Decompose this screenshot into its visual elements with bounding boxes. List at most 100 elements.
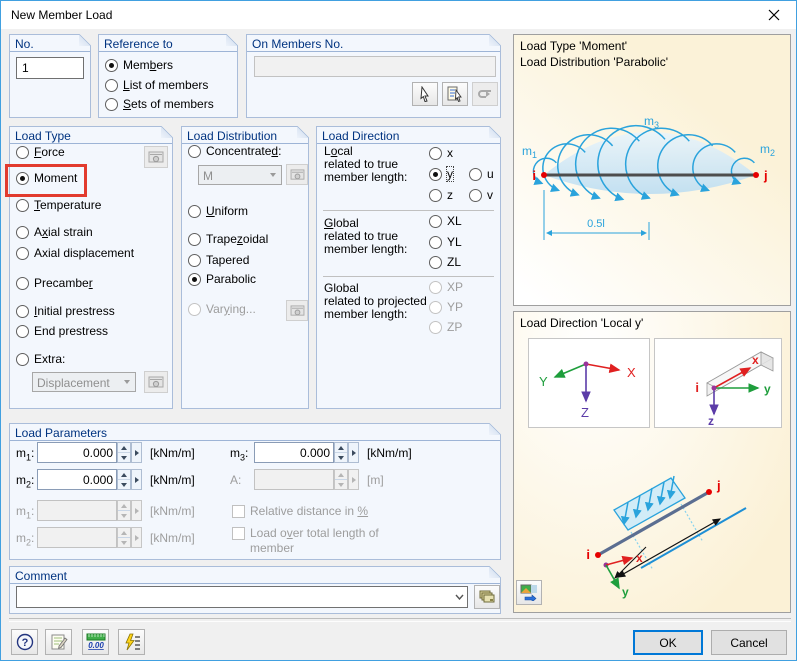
local-axes-diagram: i x y z [695, 351, 774, 428]
radio-circle [16, 276, 29, 290]
new-member-load-dialog: New Member Load No. 1 Reference to Membe… [0, 0, 797, 661]
radio-axial-strain[interactable]: Axial strain [16, 224, 93, 240]
local-direction-label: Local related to true member length: [324, 144, 408, 184]
radio-extra[interactable]: Extra: [16, 351, 65, 367]
radio-direction-XL[interactable]: XL [429, 213, 462, 229]
m1-disabled-pick-button[interactable] [131, 500, 142, 521]
lightning-list-icon [124, 633, 140, 651]
m2-pick-button[interactable] [131, 469, 142, 490]
radio-temperature[interactable]: Temperature [16, 197, 101, 213]
svg-text:0.00: 0.00 [88, 641, 104, 650]
m3-input[interactable]: 0.000 [254, 442, 334, 463]
m2-disabled-unit: [kNm/m] [150, 531, 195, 545]
close-button[interactable] [758, 4, 790, 26]
m1-input[interactable]: 0.000 [37, 442, 117, 463]
radio-parabolic[interactable]: Parabolic [188, 271, 256, 287]
m2-disabled-spinner[interactable] [117, 527, 131, 548]
extra-type-dropdown[interactable]: Displacement [32, 372, 136, 392]
concentrated-type-dropdown[interactable]: M [198, 165, 282, 185]
radio-sets-label: Sets of members [123, 97, 214, 111]
radio-trapezoidal[interactable]: Trapezoidal [188, 231, 268, 247]
load-number-input[interactable]: 1 [16, 57, 84, 79]
radio-direction-YP[interactable]: YP [429, 299, 463, 315]
radio-direction-XP[interactable]: XP [429, 279, 463, 295]
edit-comment-button[interactable] [45, 629, 72, 655]
group-load-direction-title: Load Direction [317, 127, 500, 144]
radio-direction-YL[interactable]: YL [429, 234, 462, 250]
radio-members[interactable]: Members [105, 57, 173, 73]
radio-tapered-label: Tapered [206, 253, 250, 267]
comment-combobox[interactable] [16, 586, 468, 608]
radio-tapered[interactable]: Tapered [188, 252, 249, 268]
checkbox-load-over-total-length[interactable]: Load over total length of [232, 525, 379, 541]
on-members-input[interactable] [254, 56, 496, 77]
m2-disabled-input[interactable] [37, 527, 117, 548]
ok-label: OK [659, 635, 677, 650]
radio-trapezoidal-label: Trapezoidal [206, 232, 269, 246]
radio-end-prestress[interactable]: End prestress [16, 323, 108, 339]
edit-concentrated-params-button[interactable] [286, 164, 308, 185]
checkbox-relative-distance[interactable]: Relative distance in % [232, 503, 368, 519]
global-projected-label: Global related to projected member lengt… [324, 281, 427, 321]
quick-input-button[interactable] [118, 629, 145, 655]
radio-direction-ZL[interactable]: ZL [429, 254, 461, 270]
ok-button[interactable]: OK [633, 630, 703, 655]
m2-input[interactable]: 0.000 [37, 469, 117, 490]
scheme-j-label: j [716, 478, 721, 493]
pick-members-button[interactable] [412, 82, 438, 106]
radio-circle [105, 58, 118, 72]
edit-extra-params-button[interactable] [144, 371, 168, 393]
concentrated-type-value: M [203, 169, 213, 183]
m1-disabled-input[interactable] [37, 500, 117, 521]
m1-diagram-label: m1 [522, 144, 537, 160]
radio-uniform[interactable]: Uniform [188, 203, 248, 219]
A-input[interactable] [254, 469, 334, 490]
node-i-label: i [532, 168, 536, 183]
checkbox-relative-label: Relative distance in % [250, 504, 369, 518]
m1-disabled-spinner[interactable] [117, 500, 131, 521]
radio-circle [429, 167, 442, 181]
edit-force-params-button[interactable] [144, 146, 168, 168]
radio-direction-y[interactable]: y [429, 166, 454, 182]
help-icon: ? [16, 633, 33, 651]
m1-pick-button[interactable] [131, 442, 142, 463]
radio-force[interactable]: Force [16, 144, 65, 160]
cancel-button[interactable]: Cancel [711, 630, 787, 655]
extra-type-value: Displacement [37, 376, 110, 390]
radio-list-of-members[interactable]: List of members [105, 77, 208, 93]
revert-selection-button[interactable] [472, 82, 498, 106]
apply-comment-button[interactable] [474, 585, 500, 609]
checkbox-total-length-label: Load over total length of [250, 526, 379, 540]
A-pick-button[interactable] [348, 469, 359, 490]
m2-spinner[interactable] [117, 469, 131, 490]
pick-members-list-button[interactable] [442, 82, 468, 106]
radio-direction-ZP[interactable]: ZP [429, 319, 462, 335]
radio-precamber[interactable]: Precamber [16, 275, 93, 291]
m2-disabled-pick-button[interactable] [131, 527, 142, 548]
edit-varying-params-button[interactable] [286, 300, 308, 321]
m1-spinner[interactable] [117, 442, 131, 463]
display-properties-button[interactable] [516, 580, 542, 605]
m3-pick-button[interactable] [348, 442, 359, 463]
radio-concentrated[interactable]: Concentrated: [188, 143, 281, 159]
notepad-pencil-icon [51, 634, 68, 650]
radio-direction-x[interactable]: x [429, 145, 453, 161]
radio-direction-z[interactable]: z [429, 187, 453, 203]
radio-axial-displacement[interactable]: Axial displacement [16, 245, 134, 261]
divider [323, 276, 494, 278]
help-button[interactable]: ? [11, 629, 38, 655]
scheme-y-label: y [622, 585, 629, 599]
radio-XP-label: XP [447, 280, 464, 294]
radio-sets-of-members[interactable]: Sets of members [105, 96, 214, 112]
units-button[interactable]: 0.00 [82, 629, 109, 655]
radio-precamber-label: Precamber [34, 276, 93, 290]
m3-spinner[interactable] [334, 442, 348, 463]
panel-direction-title: Load Direction 'Local y' [520, 316, 644, 330]
radio-circle [429, 235, 442, 249]
radio-direction-u[interactable]: u [469, 166, 494, 182]
radio-circle [429, 214, 442, 228]
radio-varying[interactable]: Varying... [188, 301, 256, 317]
radio-direction-v[interactable]: v [469, 187, 493, 203]
radio-initial-prestress[interactable]: Initial prestress [16, 303, 115, 319]
A-spinner[interactable] [334, 469, 348, 490]
